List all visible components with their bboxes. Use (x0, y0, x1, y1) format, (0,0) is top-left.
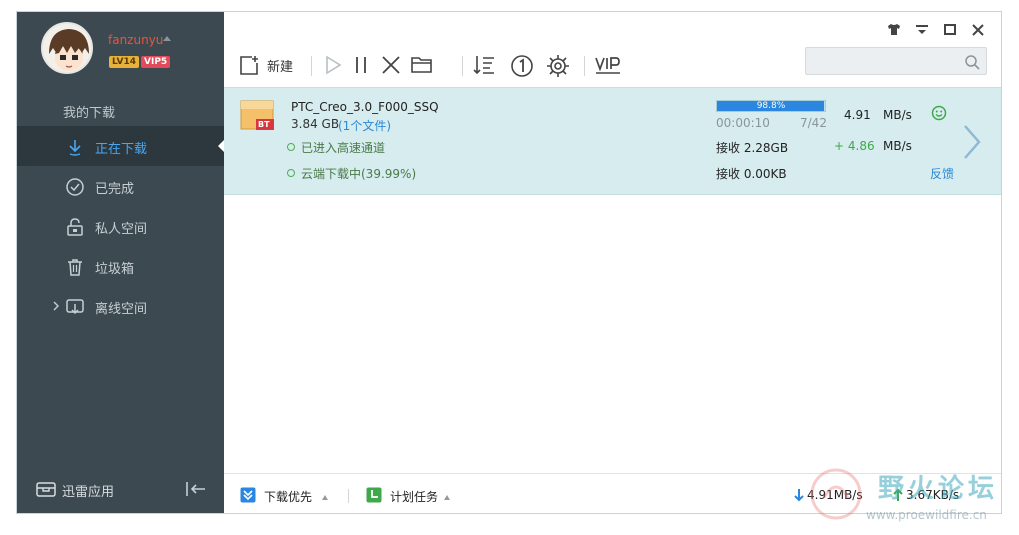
search-icon[interactable] (964, 54, 980, 70)
sidebar-item-downloading[interactable]: 正在下载 (17, 126, 224, 166)
caret-icon (444, 495, 450, 500)
close-icon[interactable] (967, 20, 989, 40)
main-panel: 新建 BT PTC_Creo_3.0_F000_SSQ 3.84 GB (1个文… (224, 12, 1001, 513)
one-task-button[interactable] (510, 46, 536, 82)
download-speed: 4.91 (844, 108, 871, 122)
one-task-icon (511, 55, 533, 77)
sidebar-item-label: 已完成 (95, 182, 135, 197)
download-priority-label: 下载优先 (264, 490, 313, 504)
status-separator (348, 489, 349, 503)
pieces-count: 7/42 (800, 116, 827, 130)
download-rate: 4.91MB/s (807, 488, 863, 502)
search-input[interactable] (805, 47, 987, 75)
settings-button[interactable] (546, 46, 572, 82)
status-bar: 下载优先 计划任务 4.91MB/s 3.67KB/s (224, 473, 1001, 513)
sidebar-item-label: 正在下载 (95, 142, 148, 157)
delete-button[interactable] (380, 46, 404, 82)
menu-icon[interactable] (911, 20, 933, 40)
toolbar: 新建 (224, 46, 1001, 86)
sidebar-item-completed[interactable]: 已完成 (17, 166, 224, 206)
toolbar-separator (584, 56, 585, 76)
apps-box-icon[interactable] (36, 480, 56, 498)
status-cloud-download: 云端下载中(39.99%) (301, 167, 417, 181)
upload-rate-icon (893, 488, 903, 501)
apps-label[interactable]: 迅雷应用 (62, 481, 114, 500)
bt-badge: BT (258, 120, 270, 129)
user-avatar-icon[interactable] (41, 22, 93, 74)
accel-speed-unit: MB/s (883, 139, 912, 153)
sort-icon (473, 56, 494, 75)
open-folder-button[interactable] (410, 46, 436, 82)
username[interactable]: fanzunyu (108, 33, 163, 47)
caret-icon (322, 495, 328, 500)
pause-button[interactable] (350, 46, 374, 82)
download-rate-icon (794, 489, 804, 502)
collapse-sidebar-icon[interactable] (185, 480, 207, 498)
scheduled-task-button[interactable]: 计划任务 (366, 486, 466, 506)
sidebar-item-trash[interactable]: 垃圾箱 (17, 246, 224, 286)
sidebar: fanzunyu LV14 VIP5 我的下载 正在下载 已完成 私人空间 垃圾… (17, 12, 224, 513)
trash-icon (68, 259, 82, 276)
open-folder-icon (411, 57, 432, 73)
sidebar-item-label: 离线空间 (95, 302, 148, 317)
progress-label: 98.8% (756, 101, 786, 111)
schedule-icon (366, 487, 382, 503)
vip-button[interactable] (594, 46, 624, 82)
accel-speed: + 4.86 (834, 139, 875, 153)
sidebar-item-private-space[interactable]: 私人空间 (17, 206, 224, 246)
sidebar-item-label: 私人空间 (95, 222, 148, 237)
start-icon (326, 55, 342, 75)
cloud-download-icon (66, 299, 84, 315)
task-row[interactable]: BT PTC_Creo_3.0_F000_SSQ 3.84 GB (1个文件) … (224, 87, 1001, 195)
sort-button[interactable] (472, 46, 498, 82)
maximize-icon[interactable] (939, 20, 961, 40)
cloud-received-amount: 接收 0.00KB (716, 167, 787, 181)
new-task-label: 新建 (267, 60, 294, 75)
sidebar-section-title: 我的下载 (63, 106, 116, 121)
delete-icon (382, 56, 400, 74)
received-amount: 接收 2.28GB (716, 141, 789, 155)
progress-bar: 98.8% (716, 100, 826, 112)
chevron-right-icon[interactable] (51, 300, 61, 312)
task-file-count[interactable]: (1个文件) (338, 117, 391, 134)
user-profile: fanzunyu LV14 VIP5 (17, 12, 224, 92)
vip-icon (595, 57, 620, 74)
settings-icon (547, 55, 569, 77)
feedback-link[interactable]: 反馈 (930, 165, 954, 182)
task-size: 3.84 GB (291, 117, 340, 131)
chevron-right-icon[interactable] (961, 124, 983, 160)
download-priority-button[interactable]: 下载优先 (240, 486, 340, 506)
toolbar-separator (462, 56, 463, 76)
new-task-icon (240, 56, 258, 75)
start-button[interactable] (322, 46, 346, 82)
pause-icon (356, 57, 366, 73)
username-dropdown-icon[interactable] (163, 36, 171, 41)
lock-icon (67, 218, 83, 236)
skin-icon[interactable] (883, 20, 905, 40)
smile-icon[interactable] (931, 105, 947, 121)
thunder-window: fanzunyu LV14 VIP5 我的下载 正在下载 已完成 私人空间 垃圾… (16, 11, 1002, 514)
sidebar-footer: 迅雷应用 (17, 465, 224, 513)
elapsed-time: 00:00:10 (716, 116, 770, 130)
status-dot-icon (287, 143, 295, 151)
window-controls (883, 20, 993, 40)
new-task-button[interactable]: 新建 (238, 46, 300, 82)
status-high-speed: 已进入高速通道 (301, 141, 386, 155)
priority-icon (240, 487, 256, 503)
toolbar-separator (311, 56, 312, 76)
level-badge[interactable]: LV14 (109, 56, 139, 68)
scheduled-task-label: 计划任务 (390, 490, 439, 504)
download-arrow-icon (69, 140, 81, 156)
sidebar-item-label: 垃圾箱 (95, 262, 135, 277)
download-speed-unit: MB/s (883, 108, 912, 122)
sidebar-item-offline-space[interactable]: 离线空间 (17, 286, 224, 326)
vip-badge[interactable]: VIP5 (141, 56, 171, 68)
task-name: PTC_Creo_3.0_F000_SSQ (291, 100, 439, 114)
check-circle-icon (66, 178, 84, 196)
upload-rate: 3.67KB/s (906, 488, 960, 502)
status-dot-icon (287, 169, 295, 177)
